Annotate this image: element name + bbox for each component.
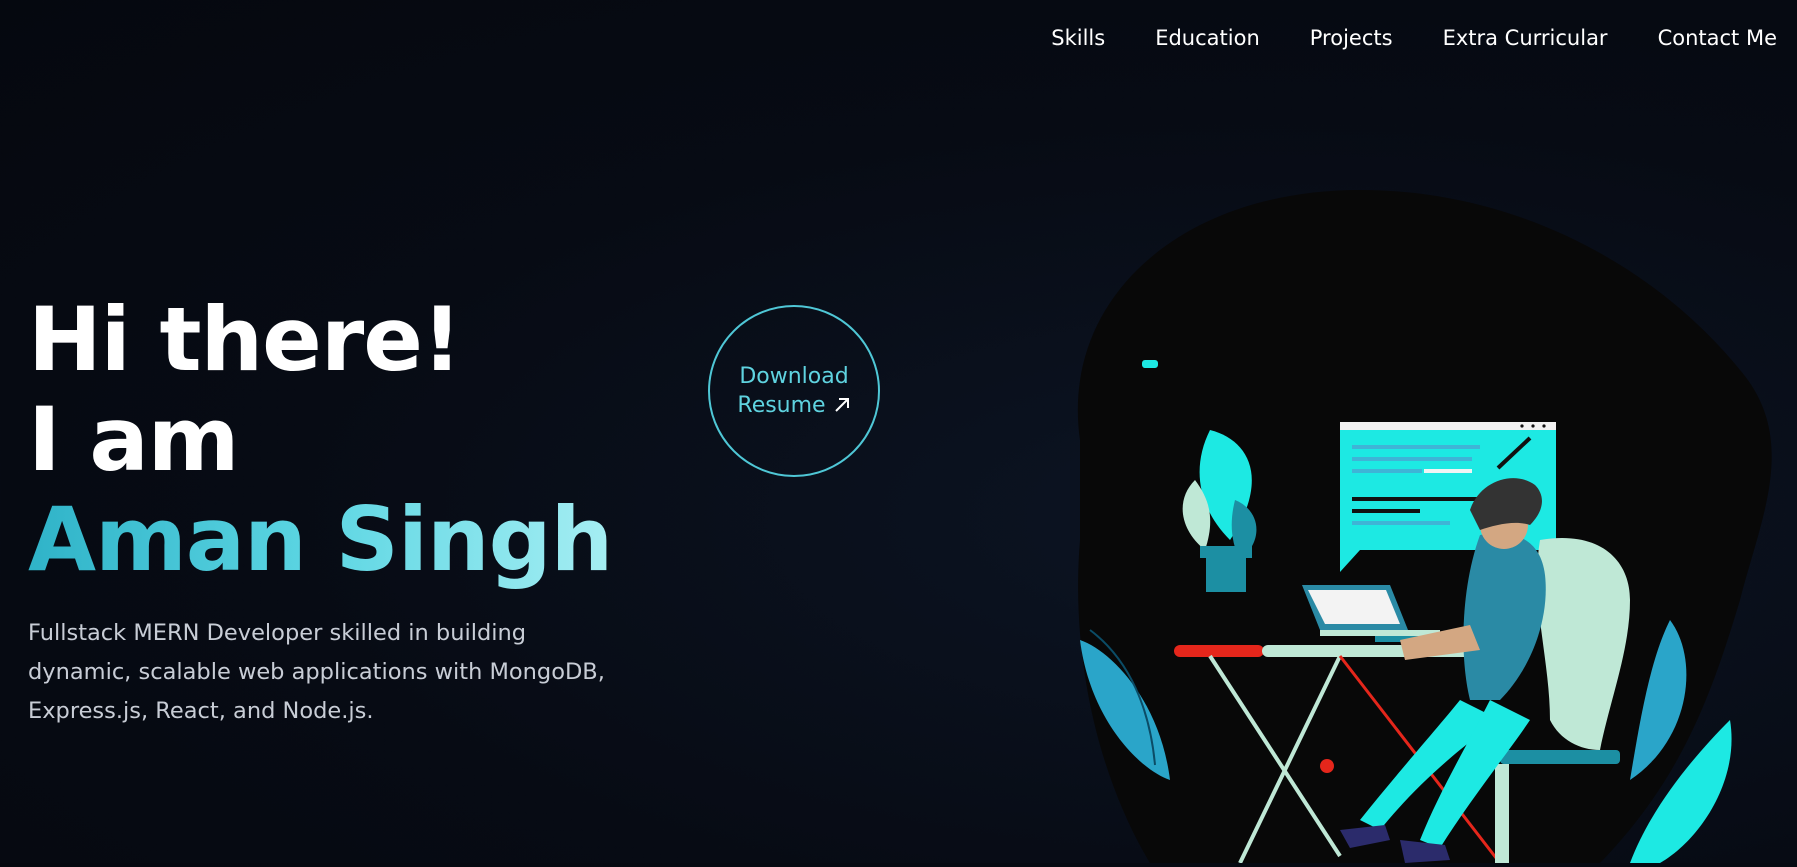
hero-intro: I am [28,388,239,491]
nav-link-education[interactable]: Education [1155,26,1260,50]
top-nav: Skills Education Projects Extra Curricul… [1051,26,1777,50]
hero-heading: Hi there! I am Aman Singh [28,288,613,591]
hero-name: Aman Singh [28,488,613,591]
resume-label-line2: Resume [737,393,826,418]
download-resume-label: Download Resume [737,362,850,420]
hero-greeting: Hi there! [28,288,462,391]
nav-link-skills[interactable]: Skills [1051,26,1105,50]
download-resume-button[interactable]: Download Resume [708,305,880,477]
developer-illustration [1040,180,1797,867]
resume-label-line1: Download [739,364,849,389]
nav-link-projects[interactable]: Projects [1310,26,1393,50]
hero-description: Fullstack MERN Developer skilled in buil… [28,620,605,724]
arrow-up-right-icon [833,393,851,418]
nav-link-extra-curricular[interactable]: Extra Curricular [1443,26,1608,50]
nav-link-contact-me[interactable]: Contact Me [1658,26,1777,50]
